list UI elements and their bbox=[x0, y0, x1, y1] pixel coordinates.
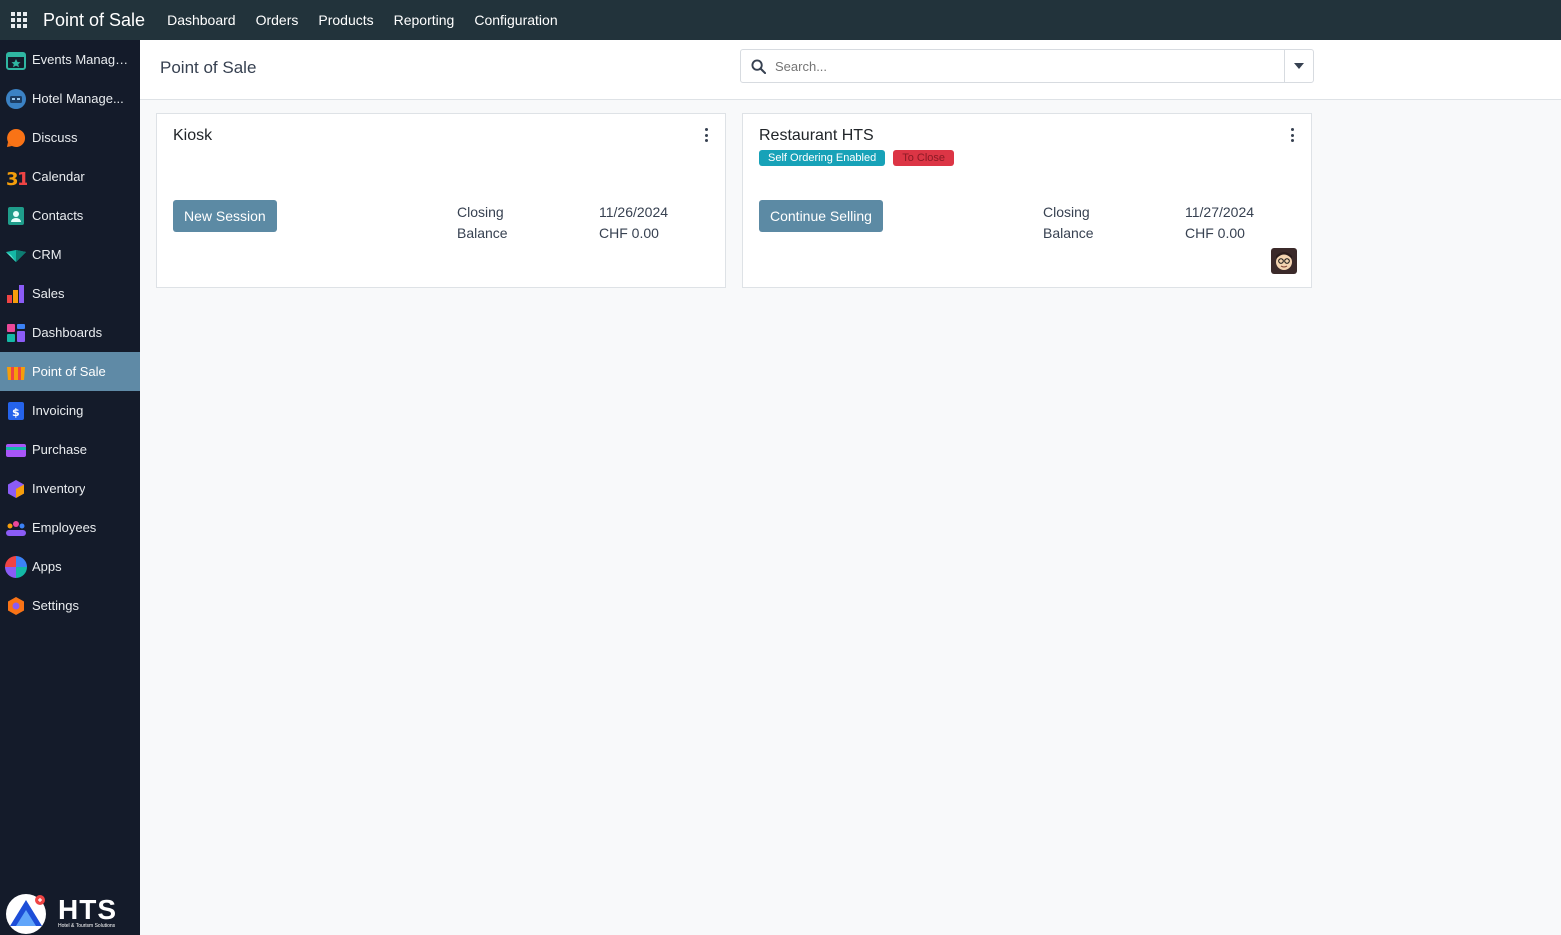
menu-reporting[interactable]: Reporting bbox=[384, 0, 465, 40]
settings-icon bbox=[5, 595, 27, 617]
status-badges: Self Ordering Enabled To Close bbox=[759, 150, 955, 166]
session-stats: Closing 11/26/2024 Balance CHF 0.00 bbox=[457, 202, 668, 244]
calendar-icon: 31 bbox=[5, 166, 27, 188]
svg-text:$: $ bbox=[12, 406, 20, 419]
sidebar-item-label: Settings bbox=[32, 598, 79, 613]
sidebar-item-dashboards[interactable]: Dashboards bbox=[0, 313, 140, 352]
app-grid-icon[interactable] bbox=[1, 0, 37, 40]
dashboards-icon bbox=[5, 322, 27, 344]
sidebar-item-hotel[interactable]: Hotel Manage... bbox=[0, 79, 140, 118]
closing-value: 11/27/2024 bbox=[1185, 204, 1255, 220]
sidebar-item-inventory[interactable]: Inventory bbox=[0, 469, 140, 508]
closing-label: Closing bbox=[457, 204, 504, 220]
pos-config-card-restaurant: Restaurant HTS Self Ordering Enabled To … bbox=[742, 113, 1312, 288]
discuss-icon bbox=[5, 127, 27, 149]
new-session-button[interactable]: New Session bbox=[173, 200, 277, 232]
kebab-menu-icon[interactable] bbox=[702, 126, 710, 144]
events-icon bbox=[5, 49, 27, 71]
search-bar bbox=[740, 49, 1314, 83]
caret-down-icon bbox=[1294, 63, 1304, 69]
session-stats: Closing 11/27/2024 Balance CHF 0.00 bbox=[1043, 202, 1254, 244]
kebab-menu-icon[interactable] bbox=[1288, 126, 1296, 144]
sidebar-item-settings[interactable]: Settings bbox=[0, 586, 140, 625]
invoicing-icon: $ bbox=[5, 400, 27, 422]
sidebar: Events Manage... Hotel Manage... Discuss… bbox=[0, 40, 140, 935]
sidebar-item-label: Sales bbox=[32, 286, 65, 301]
search-options-toggle[interactable] bbox=[1284, 50, 1313, 82]
sidebar-item-sales[interactable]: Sales bbox=[0, 274, 140, 313]
brand-tagline: Hotel & Tourism Solutions bbox=[58, 923, 116, 929]
sidebar-item-label: Contacts bbox=[32, 208, 84, 223]
contacts-icon bbox=[5, 205, 27, 227]
hts-logo-icon bbox=[6, 894, 46, 934]
balance-label: Balance bbox=[1043, 225, 1094, 241]
sidebar-item-label: Point of Sale bbox=[32, 364, 106, 379]
sidebar-item-apps[interactable]: Apps bbox=[0, 547, 140, 586]
menu-configuration[interactable]: Configuration bbox=[464, 0, 567, 40]
closing-value: 11/26/2024 bbox=[599, 204, 669, 220]
sidebar-item-label: Discuss bbox=[32, 130, 78, 145]
balance-label: Balance bbox=[457, 225, 508, 241]
continue-selling-button[interactable]: Continue Selling bbox=[759, 200, 883, 232]
purchase-icon bbox=[5, 439, 27, 461]
card-title[interactable]: Restaurant HTS bbox=[759, 127, 874, 145]
app-title[interactable]: Point of Sale bbox=[43, 10, 145, 31]
search-icon[interactable] bbox=[741, 58, 775, 74]
menu-products[interactable]: Products bbox=[308, 0, 383, 40]
hts-logo: HTS Hotel & Tourism Solutions bbox=[0, 891, 140, 935]
pos-icon bbox=[5, 361, 27, 383]
sales-icon bbox=[5, 283, 27, 305]
sidebar-item-discuss[interactable]: Discuss bbox=[0, 118, 140, 157]
sidebar-item-label: Purchase bbox=[32, 442, 87, 457]
sidebar-item-events[interactable]: Events Manage... bbox=[0, 40, 140, 79]
sidebar-item-label: Employees bbox=[32, 520, 97, 535]
top-menu: Dashboard Orders Products Reporting Conf… bbox=[157, 0, 568, 40]
sidebar-item-purchase[interactable]: Purchase bbox=[0, 430, 140, 469]
menu-dashboard[interactable]: Dashboard bbox=[157, 0, 246, 40]
page-title: Point of Sale bbox=[160, 58, 257, 77]
sidebar-item-calendar[interactable]: 31 Calendar bbox=[0, 157, 140, 196]
sidebar-item-label: Events Manage... bbox=[32, 52, 132, 67]
brand-name: HTS bbox=[58, 894, 117, 925]
employees-icon bbox=[5, 517, 27, 539]
balance-value: CHF 0.00 bbox=[599, 225, 659, 241]
inventory-icon bbox=[5, 478, 27, 500]
avatar[interactable] bbox=[1271, 248, 1297, 274]
sidebar-item-crm[interactable]: CRM bbox=[0, 235, 140, 274]
sidebar-item-label: CRM bbox=[32, 247, 62, 262]
sidebar-item-label: Inventory bbox=[32, 481, 86, 496]
sidebar-item-employees[interactable]: Employees bbox=[0, 508, 140, 547]
sidebar-item-invoicing[interactable]: $ Invoicing bbox=[0, 391, 140, 430]
sidebar-item-contacts[interactable]: Contacts bbox=[0, 196, 140, 235]
balance-value: CHF 0.00 bbox=[1185, 225, 1245, 241]
crm-icon bbox=[5, 244, 27, 266]
sidebar-item-label: Calendar bbox=[32, 169, 85, 184]
closing-label: Closing bbox=[1043, 204, 1090, 220]
sidebar-item-point-of-sale[interactable]: Point of Sale bbox=[0, 352, 140, 391]
search-input[interactable] bbox=[775, 51, 1284, 81]
sidebar-item-label: Invoicing bbox=[32, 403, 84, 418]
sidebar-item-label: Dashboards bbox=[32, 325, 103, 340]
sidebar-item-label: Hotel Manage... bbox=[32, 91, 124, 106]
hotel-icon bbox=[5, 88, 27, 110]
pos-config-card-kiosk: Kiosk New Session Closing 11/26/2024 Bal… bbox=[156, 113, 726, 288]
apps-icon bbox=[5, 555, 27, 578]
top-navbar: Point of Sale Dashboard Orders Products … bbox=[0, 0, 1561, 40]
self-ordering-badge: Self Ordering Enabled bbox=[759, 150, 886, 166]
card-title[interactable]: Kiosk bbox=[173, 127, 212, 145]
svg-text:1: 1 bbox=[17, 169, 27, 188]
control-panel: Point of Sale bbox=[140, 40, 1561, 100]
to-close-badge: To Close bbox=[893, 150, 955, 166]
sidebar-item-label: Apps bbox=[32, 559, 62, 574]
menu-orders[interactable]: Orders bbox=[246, 0, 309, 40]
